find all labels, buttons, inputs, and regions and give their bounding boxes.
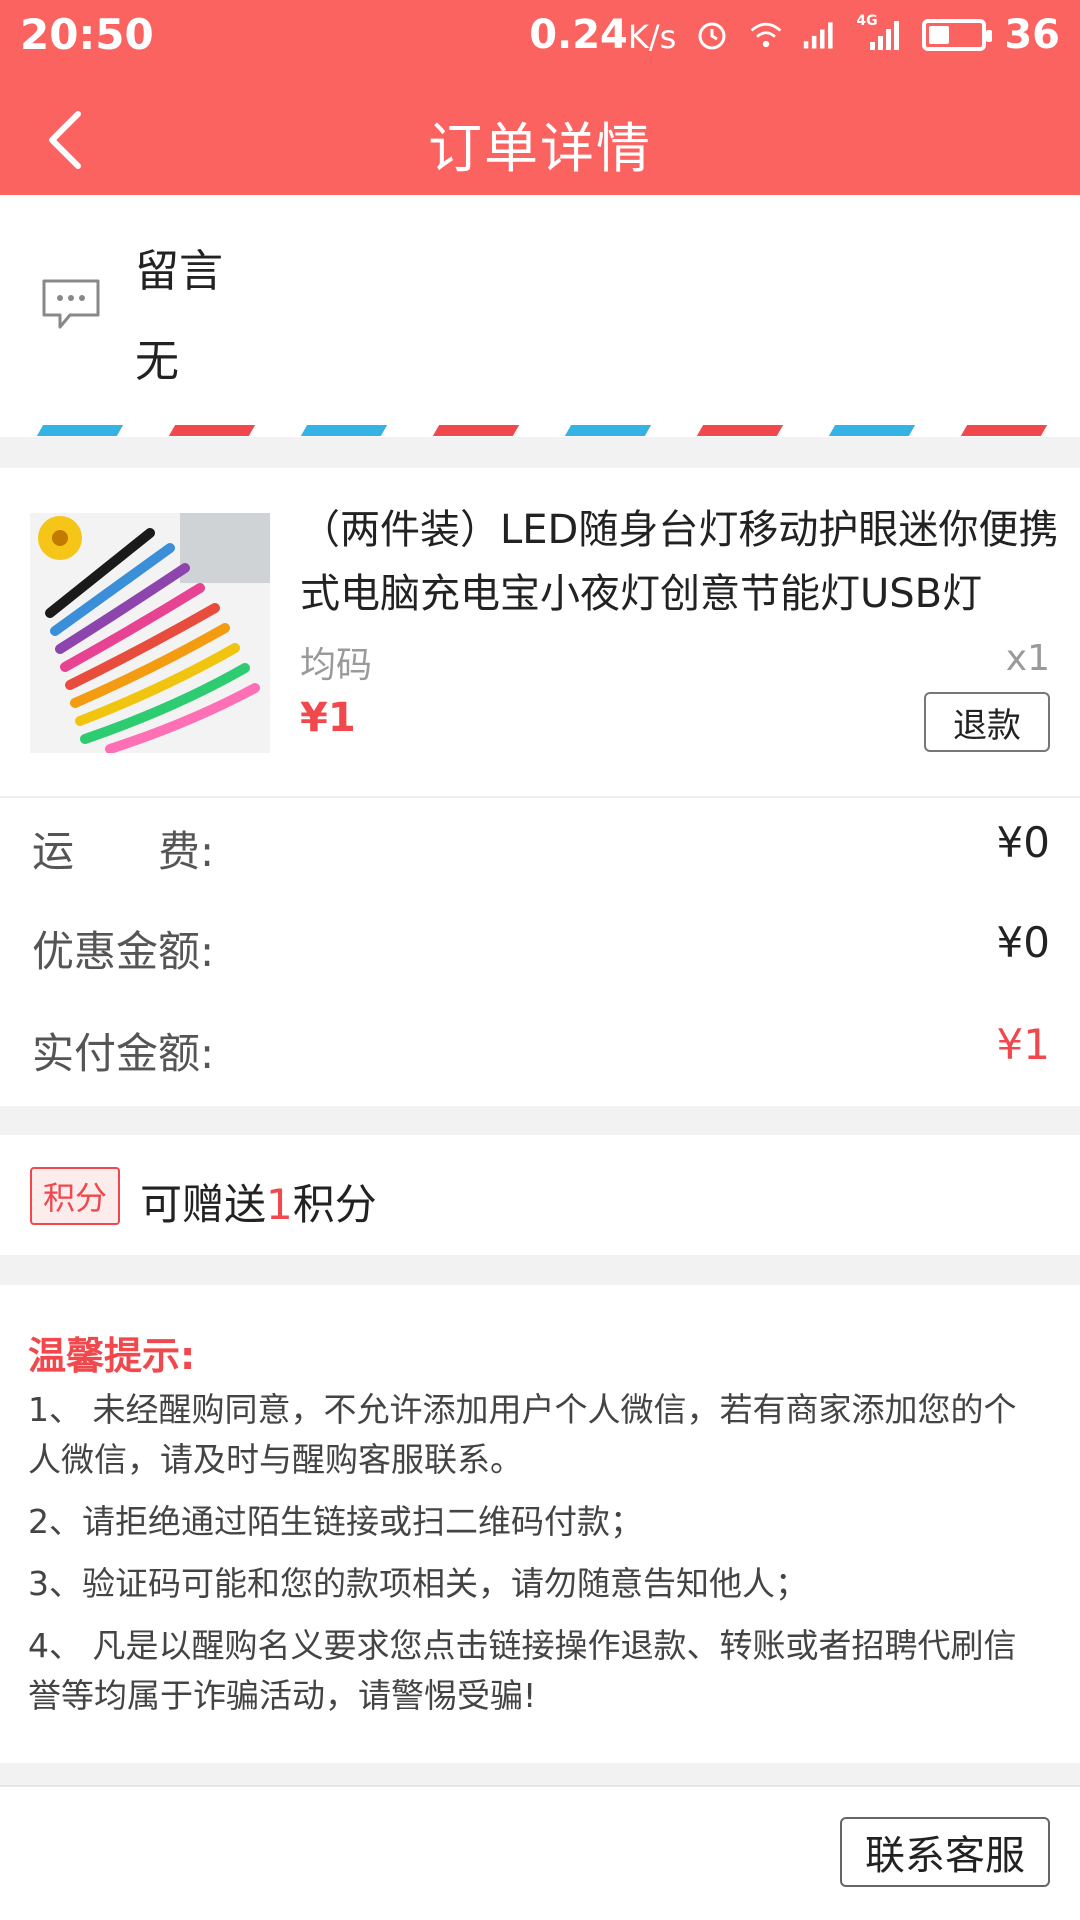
- points-badge: 积分: [30, 1167, 120, 1225]
- points-section: 积分 可赠送1积分: [0, 1135, 1080, 1255]
- refund-button[interactable]: 退款: [924, 692, 1050, 752]
- bottom-bar: 联系客服: [0, 1785, 1080, 1920]
- shipping-fee-row: 运 费: ¥0: [0, 798, 1080, 898]
- stripe: [960, 425, 1048, 436]
- paid-amount-row: 实付金额: ¥1: [0, 1000, 1080, 1100]
- message-section: 留言 无: [0, 195, 1080, 435]
- message-value: 无: [135, 336, 179, 387]
- amount-value: ¥0: [996, 818, 1050, 867]
- message-label: 留言: [135, 246, 223, 297]
- signal-icon: [802, 17, 838, 53]
- status-bar: 20:50 0.24K/s 4G 36: [0, 0, 1080, 70]
- status-time: 20:50: [20, 10, 154, 59]
- stripe: [828, 425, 916, 436]
- stripe: [432, 425, 520, 436]
- tip-item: 3、验证码可能和您的款项相关，请勿随意告知他人；: [28, 1564, 808, 1603]
- amount-summary: 运 费: ¥0 优惠金额: ¥0 实付金额: ¥1: [0, 798, 1080, 1106]
- tips-list: 1、 未经醒购同意，不允许添加用户个人微信，若有商家添加您的个人微信，请及时与醒…: [28, 1385, 1048, 1733]
- product-quantity: x1: [1005, 638, 1050, 679]
- product-price: ¥1: [300, 695, 356, 741]
- alarm-icon: [694, 17, 730, 53]
- amount-value: ¥0: [996, 918, 1050, 967]
- tips-title: 温馨提示:: [28, 1334, 196, 1378]
- tip-item: 2、请拒绝通过陌生链接或扫二维码付款；: [28, 1502, 643, 1541]
- tip-item: 1、 未经醒购同意，不允许添加用户个人微信，若有商家添加您的个人微信，请及时与醒…: [28, 1390, 1017, 1479]
- battery-fill: [929, 26, 950, 44]
- wifi-icon: [748, 17, 784, 53]
- nav-bar: 订单详情: [0, 88, 1080, 193]
- tip-item: 4、 凡是以醒购名义要求您点击链接操作退款、转账或者招聘代刷信誉等均属于诈骗活动…: [28, 1626, 1017, 1715]
- paid-amount-value: ¥1: [996, 1020, 1050, 1069]
- signal-4g-icon: 4G: [856, 13, 904, 53]
- amount-label: 实付金额:: [32, 1029, 215, 1078]
- discount-row: 优惠金额: ¥0: [0, 898, 1080, 998]
- chat-bubble-icon: [42, 279, 100, 329]
- page-title: 订单详情: [428, 117, 652, 180]
- usb-lamp-image: [30, 513, 270, 753]
- points-text: 可赠送1积分: [140, 1180, 377, 1229]
- amount-label: 运 费:: [32, 827, 215, 876]
- stripe: [300, 425, 388, 436]
- product-title: （两件装）LED随身台灯移动护眼迷你便携式电脑充电宝小夜灯创意节能灯USB灯: [300, 507, 1059, 617]
- order-detail-screen: 20:50 0.24K/s 4G 36 订单详情 留言 无 （两件装）LED随身…: [0, 0, 1080, 1920]
- stripe: [168, 425, 256, 436]
- header: 20:50 0.24K/s 4G 36 订单详情: [0, 0, 1080, 195]
- airmail-stripe-divider: [0, 425, 1080, 437]
- stripe: [36, 425, 124, 436]
- product-spec: 均码: [300, 645, 373, 686]
- stripe: [696, 425, 784, 436]
- contact-service-button[interactable]: 联系客服: [840, 1817, 1050, 1887]
- battery-icon: [922, 19, 993, 51]
- network-speed: 0.24K/s: [529, 12, 677, 58]
- battery-percent: 36: [1004, 12, 1060, 58]
- product-image[interactable]: [30, 513, 270, 753]
- status-right: 0.24K/s 4G 36: [529, 10, 1060, 60]
- amount-label: 优惠金额:: [32, 927, 215, 976]
- product-item[interactable]: （两件装）LED随身台灯移动护眼迷你便携式电脑充电宝小夜灯创意节能灯USB灯 均…: [0, 468, 1080, 798]
- tips-section: 温馨提示: 1、 未经醒购同意，不允许添加用户个人微信，若有商家添加您的个人微信…: [0, 1285, 1080, 1763]
- points-count: 1: [266, 1180, 293, 1229]
- stripe: [564, 425, 652, 436]
